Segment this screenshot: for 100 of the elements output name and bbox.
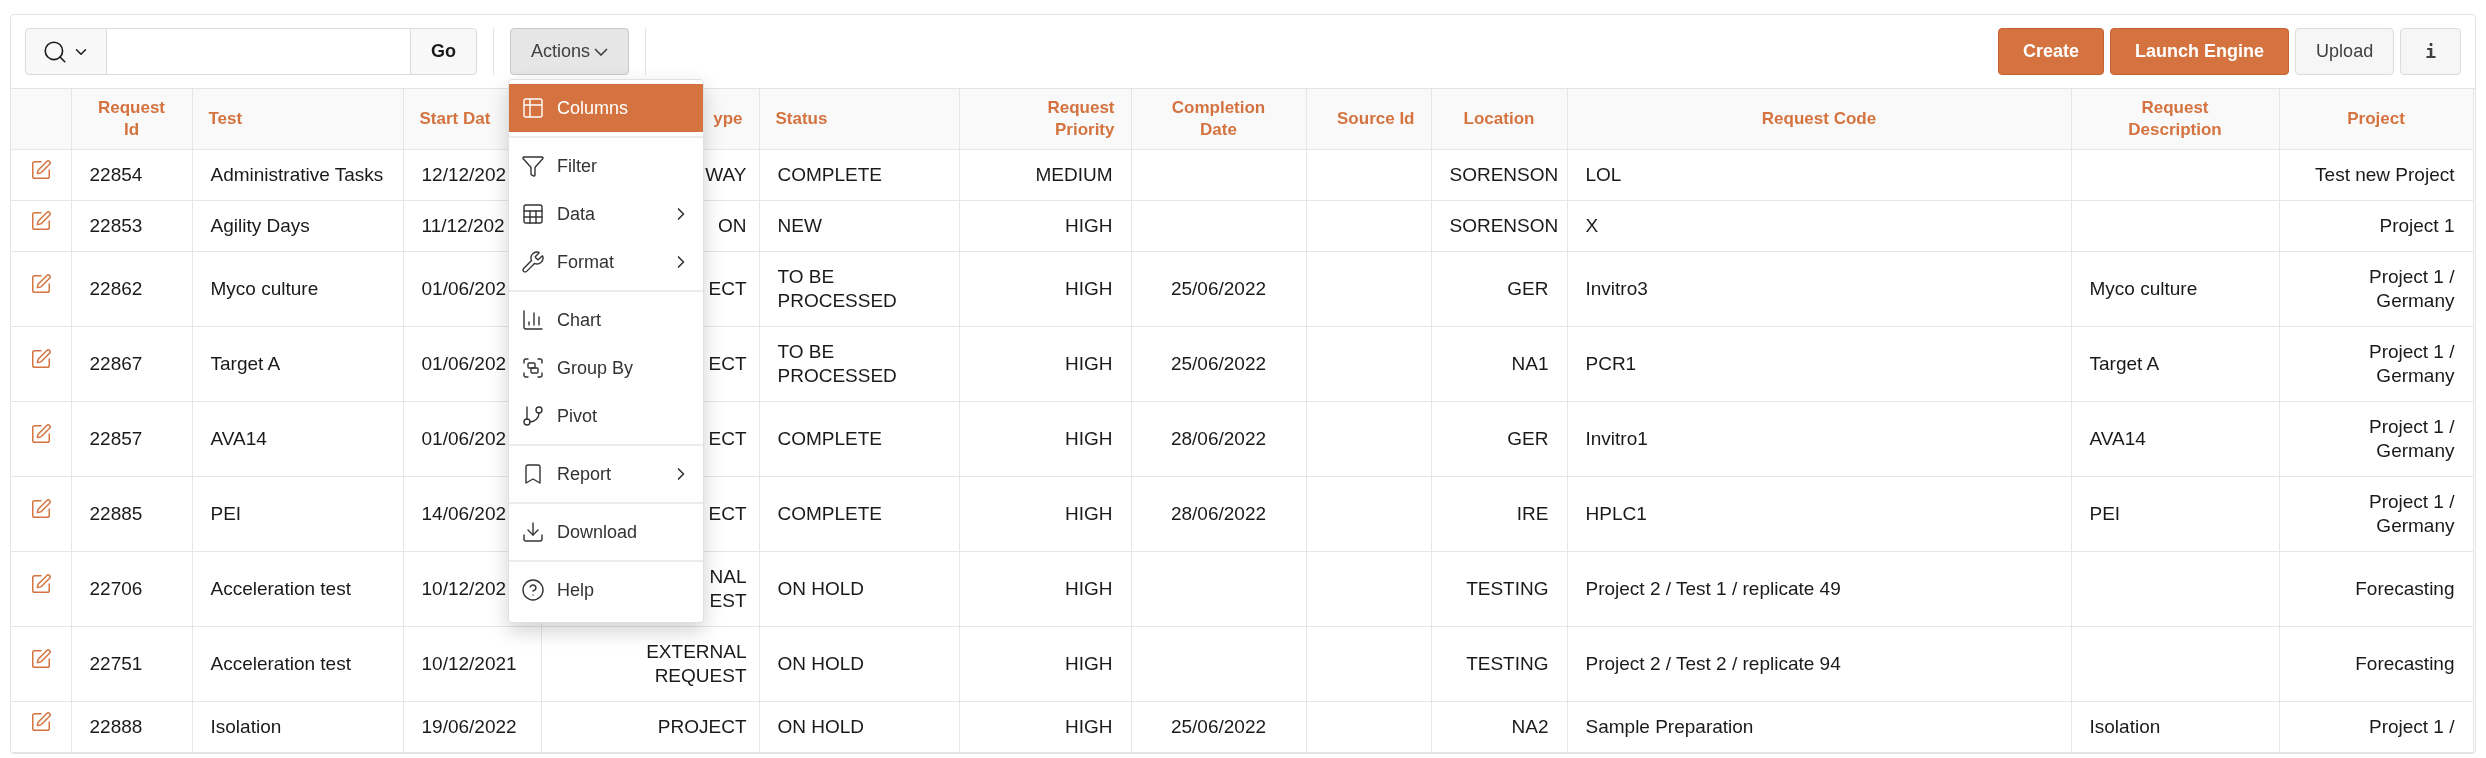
- edit-icon[interactable]: [29, 648, 52, 671]
- table-cell: ECT: [708, 501, 747, 526]
- column-header[interactable]: Request Code: [1583, 107, 2055, 130]
- menu-item[interactable]: Help: [509, 566, 703, 614]
- table-cell: GER: [1507, 276, 1549, 301]
- table-cell: PROJECT: [657, 714, 747, 739]
- menu-item[interactable]: Report: [509, 450, 703, 498]
- edit-icon[interactable]: [29, 210, 52, 233]
- menu-item-icon: [521, 404, 545, 428]
- table-cell: ON: [718, 213, 747, 238]
- table-cell: HIGH: [1065, 213, 1113, 238]
- table-cell: Project 1 /: [2368, 714, 2455, 739]
- table-cell: Administrative Tasks: [210, 162, 384, 187]
- actions-button[interactable]: Actions: [510, 28, 630, 75]
- table-cell: ECT: [708, 426, 747, 451]
- table-cell: 19/06/2022: [421, 714, 517, 739]
- menu-item[interactable]: Chart: [509, 296, 703, 344]
- toolbar-button[interactable]: Upload: [2295, 28, 2395, 75]
- menu-item[interactable]: Download: [509, 508, 703, 556]
- edit-icon[interactable]: [29, 159, 52, 182]
- table-cell: HIGH: [1065, 426, 1113, 451]
- table-cell: AVA14: [210, 426, 267, 451]
- table-cell-text: Project 1 / Germany: [2367, 414, 2455, 463]
- table-cell: HIGH: [1065, 276, 1113, 301]
- table-cell: Test new Project: [2315, 162, 2455, 187]
- edit-icon[interactable]: [29, 348, 52, 371]
- table-cell: 22706: [89, 576, 143, 601]
- table-cell: X: [1585, 213, 1599, 238]
- edit-icon[interactable]: [29, 273, 52, 296]
- table-cell: Acceleration test: [210, 651, 351, 676]
- column-header[interactable]: Test: [208, 107, 387, 130]
- table-cell-text: TO BE PROCESSED: [777, 264, 898, 313]
- table-cell: WAY: [705, 162, 747, 187]
- column-header[interactable]: Source Id: [1322, 107, 1415, 130]
- menu-item-icon: [521, 520, 545, 544]
- go-button[interactable]: Go: [410, 29, 476, 74]
- table-cell: LOL: [1585, 162, 1622, 187]
- menu-item-icon: [521, 308, 545, 332]
- table-cell: SORENSON: [1449, 213, 1559, 238]
- table-cell: Forecasting: [2355, 576, 2455, 601]
- table-cell: 22854: [89, 162, 143, 187]
- table-cell: ECT: [708, 276, 747, 301]
- menu-item[interactable]: Group By: [509, 344, 703, 392]
- table-cell: 11/12/202: [421, 213, 505, 238]
- table-cell: 01/06/202: [421, 351, 507, 376]
- table-cell: Invitro1: [1585, 426, 1648, 451]
- chevron-down-icon: [594, 47, 609, 56]
- table-cell: Project 2 / Test 1 / replicate 49: [1585, 576, 1841, 601]
- column-header[interactable]: Request Id: [97, 96, 166, 141]
- menu-item[interactable]: Columns: [509, 84, 703, 132]
- table-cell: HIGH: [1065, 351, 1113, 376]
- edit-icon[interactable]: [29, 573, 52, 596]
- table-cell: 10/12/2021: [421, 651, 517, 676]
- menu-item[interactable]: Data: [509, 190, 703, 238]
- column-header[interactable]: Request Description: [2128, 96, 2222, 141]
- table-cell: SORENSON: [1449, 162, 1559, 187]
- column-header[interactable]: Project: [2295, 107, 2457, 130]
- table-cell: ON HOLD: [777, 651, 865, 676]
- menu-item-icon: [521, 578, 545, 602]
- table-cell: MEDIUM: [1035, 162, 1113, 187]
- column-header[interactable]: Status: [775, 107, 943, 130]
- table-cell: Project 1: [2379, 213, 2455, 238]
- search-field[interactable]: [107, 29, 410, 74]
- table-cell-text: Project 1 / Germany: [2367, 489, 2455, 538]
- table-cell: COMPLETE: [777, 162, 883, 187]
- table-cell: HIGH: [1065, 714, 1113, 739]
- table-cell: 28/06/2022: [1170, 426, 1267, 451]
- table-cell: NAL EST: [709, 564, 747, 613]
- column-header[interactable]: Location: [1447, 107, 1551, 130]
- table-cell: ON HOLD: [777, 714, 865, 739]
- info-button[interactable]: i: [2400, 28, 2461, 75]
- menu-item[interactable]: Format: [509, 238, 703, 286]
- table-cell: Forecasting: [2355, 651, 2455, 676]
- table-cell: AVA14: [2089, 426, 2146, 451]
- menu-item-icon: [521, 154, 545, 178]
- menu-item-icon: [521, 250, 545, 274]
- table-cell: Myco culture: [210, 276, 319, 301]
- table-cell: 22862: [89, 276, 143, 301]
- edit-icon[interactable]: [29, 423, 52, 446]
- toolbar-button[interactable]: Create: [1998, 28, 2105, 75]
- table-cell: HIGH: [1065, 651, 1113, 676]
- table-cell: 22751: [89, 651, 143, 676]
- table-cell: GER: [1507, 426, 1549, 451]
- edit-icon[interactable]: [29, 498, 52, 521]
- table-cell: 22853: [89, 213, 143, 238]
- toolbar-button[interactable]: Launch Engine: [2110, 28, 2290, 75]
- menu-item[interactable]: Pivot: [509, 392, 703, 440]
- table-cell: HPLC1: [1585, 501, 1647, 526]
- menu-item[interactable]: Filter: [509, 142, 703, 190]
- column-header[interactable]: Request Priority: [1047, 96, 1115, 141]
- menu-item-icon: [521, 96, 545, 120]
- table-cell-text: Project 1 / Germany: [2367, 339, 2455, 388]
- table-cell: 01/06/202: [421, 426, 507, 451]
- edit-icon[interactable]: [29, 711, 52, 734]
- table-cell-text: EXTERNAL REQUEST: [645, 639, 747, 688]
- table-cell-text: TO BE PROCESSED: [777, 339, 898, 388]
- table-cell: 22857: [89, 426, 143, 451]
- table-cell: 25/06/2022: [1170, 714, 1267, 739]
- column-header[interactable]: Completion Date: [1171, 96, 1266, 141]
- table-cell: HIGH: [1065, 501, 1113, 526]
